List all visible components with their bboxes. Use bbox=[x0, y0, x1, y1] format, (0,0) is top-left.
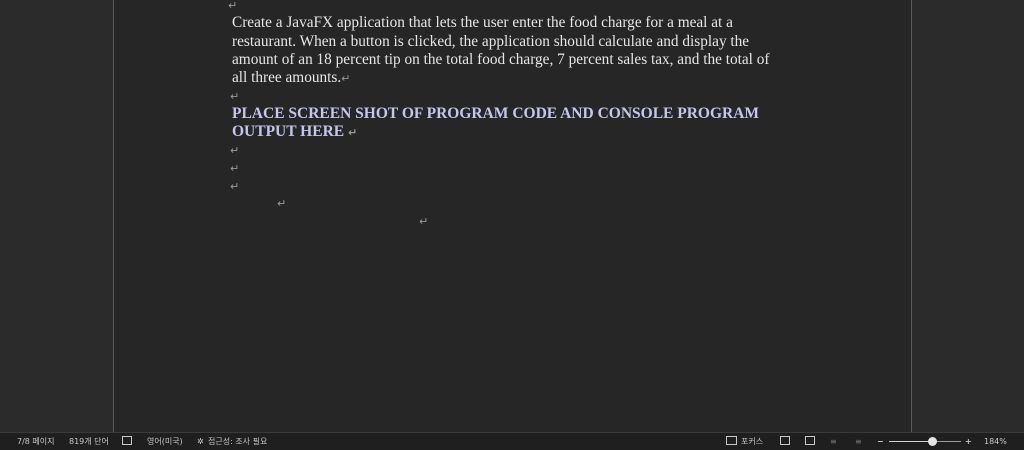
body-text-line-1: Create a JavaFX application that lets th… bbox=[232, 14, 733, 31]
print-layout-icon[interactable] bbox=[780, 436, 790, 445]
paragraph-mark: ↵ bbox=[348, 126, 358, 139]
web-layout-icon[interactable] bbox=[805, 436, 815, 445]
accessibility-icon[interactable]: ✲ bbox=[197, 436, 204, 447]
paragraph-mark: ↵ bbox=[228, 0, 238, 12]
zoom-in-button[interactable]: + bbox=[965, 436, 972, 447]
accessibility-status[interactable]: 접근성: 조사 필요 bbox=[208, 436, 267, 447]
paragraph-mark: ↵ bbox=[277, 197, 287, 210]
paragraph-mark: ↵ bbox=[341, 72, 351, 85]
body-text-line-3: amount of an 18 percent tip on the total… bbox=[232, 51, 770, 68]
word-count[interactable]: 819개 단어 bbox=[69, 436, 109, 447]
body-text-line-2: restaurant. When a button is clicked, th… bbox=[232, 33, 750, 50]
draft-mode-icon[interactable]: ≡ bbox=[855, 436, 862, 447]
zoom-slider-thumb[interactable] bbox=[928, 437, 938, 446]
zoom-slider-fill bbox=[889, 441, 933, 442]
language-indicator[interactable]: 영어(미국) bbox=[147, 436, 183, 447]
body-text-line-4: all three amounts.↵ bbox=[232, 69, 351, 86]
focus-button[interactable]: 포커스 bbox=[741, 436, 763, 447]
document-page[interactable]: ↵ Create a JavaFX application that lets … bbox=[113, 0, 912, 434]
paragraph-mark: ↵ bbox=[419, 215, 429, 228]
paragraph-mark: ↵ bbox=[230, 180, 240, 193]
zoom-slider[interactable] bbox=[889, 437, 961, 446]
zoom-level[interactable]: 184% bbox=[984, 436, 1007, 447]
heading-line-1: PLACE SCREEN SHOT OF PROGRAM CODE AND CO… bbox=[232, 105, 760, 122]
proofing-icon[interactable] bbox=[122, 436, 132, 445]
paragraph-mark: ↵ bbox=[230, 162, 240, 175]
read-mode-icon[interactable]: ≡ bbox=[830, 436, 837, 447]
heading-line-2: OUTPUT HERE ↵ bbox=[232, 123, 358, 140]
paragraph-mark: ↵ bbox=[230, 90, 240, 103]
document-canvas[interactable]: ↵ Create a JavaFX application that lets … bbox=[0, 0, 1024, 434]
zoom-out-button[interactable]: − bbox=[877, 436, 884, 447]
page-count[interactable]: 7/8 페이지 bbox=[17, 436, 55, 447]
status-bar: 7/8 페이지 819개 단어 영어(미국) ✲ 접근성: 조사 필요 포커스 … bbox=[0, 432, 1024, 450]
focus-icon[interactable] bbox=[726, 436, 737, 445]
paragraph-mark: ↵ bbox=[230, 144, 240, 157]
